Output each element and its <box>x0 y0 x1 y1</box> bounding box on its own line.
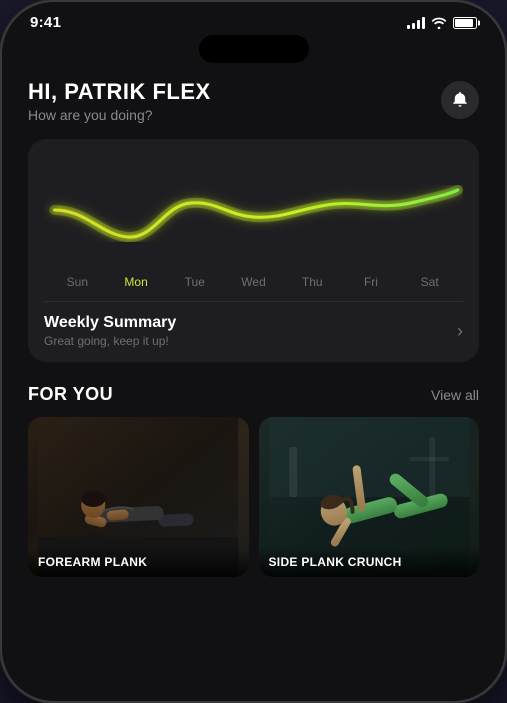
day-wed: Wed <box>224 275 283 289</box>
view-all-button[interactable]: View all <box>431 387 479 403</box>
main-content: HI, PATRIK FLEX How are you doing? <box>2 71 505 690</box>
bell-button[interactable] <box>441 81 479 119</box>
day-sun: Sun <box>48 275 107 289</box>
greeting-subtitle: How are you doing? <box>28 107 211 123</box>
day-mon: Mon <box>107 275 166 289</box>
day-thu: Thu <box>283 275 342 289</box>
status-bar: 9:41 <box>2 2 505 35</box>
phone-inner: 9:41 HI, PATRIK FLEX How are <box>2 2 505 701</box>
greeting-title: HI, PATRIK FLEX <box>28 79 211 105</box>
chart-divider <box>44 301 463 302</box>
workout-cards: FOREARM PLANK <box>28 417 479 577</box>
dynamic-island <box>199 35 309 63</box>
day-fri: Fri <box>342 275 401 289</box>
workout-card-side-plank-title: SIDE PLANK CRUNCH <box>269 555 470 569</box>
signal-bars-icon <box>407 17 425 29</box>
weekly-summary-title: Weekly Summary <box>44 314 176 332</box>
status-time: 9:41 <box>30 14 61 31</box>
header: HI, PATRIK FLEX How are you doing? <box>28 79 479 123</box>
workout-card-forearm-overlay: FOREARM PLANK <box>28 547 249 577</box>
status-icons <box>407 17 477 29</box>
workout-card-side-plank-overlay: SIDE PLANK CRUNCH <box>259 547 480 577</box>
for-you-title: FOR YOU <box>28 384 113 405</box>
day-sat: Sat <box>400 275 459 289</box>
chart-card: Sun Mon Tue Wed Thu Fri Sat Weekly Summa… <box>28 139 479 362</box>
phone-frame: 9:41 HI, PATRIK FLEX How are <box>0 0 507 703</box>
chart-area <box>44 155 463 265</box>
workout-card-forearm-plank[interactable]: FOREARM PLANK <box>28 417 249 577</box>
weekly-summary-row[interactable]: Weekly Summary Great going, keep it up! … <box>44 314 463 348</box>
day-tue: Tue <box>165 275 224 289</box>
for-you-section-header: FOR YOU View all <box>28 384 479 405</box>
workout-card-side-plank[interactable]: SIDE PLANK CRUNCH <box>259 417 480 577</box>
workout-card-forearm-title: FOREARM PLANK <box>38 555 239 569</box>
activity-chart <box>44 155 463 265</box>
day-labels: Sun Mon Tue Wed Thu Fri Sat <box>44 275 463 289</box>
greeting-section: HI, PATRIK FLEX How are you doing? <box>28 79 211 123</box>
battery-icon <box>453 17 477 29</box>
weekly-summary-subtitle: Great going, keep it up! <box>44 334 176 348</box>
wifi-icon <box>431 17 447 29</box>
chevron-right-icon: › <box>457 321 463 342</box>
battery-fill <box>455 19 473 27</box>
bell-icon <box>451 90 469 110</box>
weekly-summary-text: Weekly Summary Great going, keep it up! <box>44 314 176 348</box>
